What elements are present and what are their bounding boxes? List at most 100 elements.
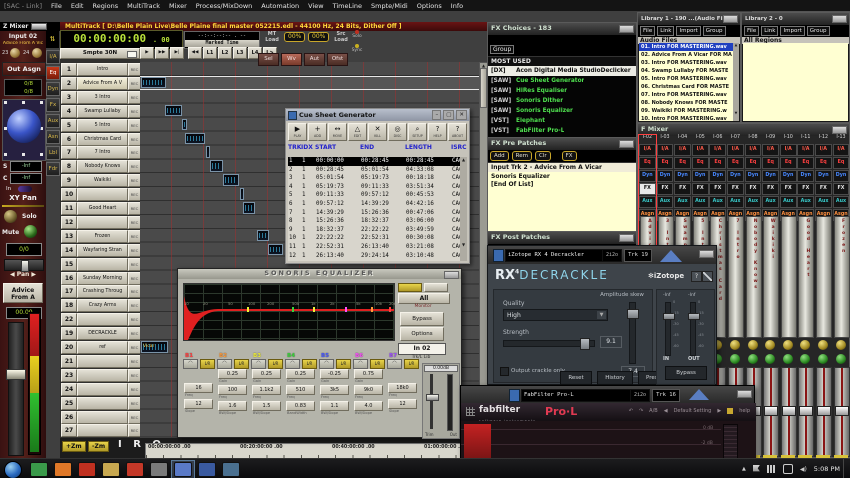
eq-options-button[interactable]: Options bbox=[400, 327, 444, 341]
eq-lr-button[interactable]: L⁄R bbox=[336, 359, 351, 369]
channel-button-aux[interactable]: Aux bbox=[780, 196, 797, 208]
channel-button-dyn[interactable]: Dyn bbox=[727, 170, 744, 182]
fx-group-button[interactable]: Group bbox=[490, 45, 514, 54]
mode-button-sel[interactable]: Sel bbox=[258, 53, 279, 66]
sync-indicator[interactable]: Sync bbox=[349, 44, 365, 53]
track-number[interactable]: 15 bbox=[61, 258, 77, 271]
track-number[interactable]: 4 bbox=[61, 105, 77, 118]
channel-button-eq[interactable]: Eq bbox=[745, 157, 762, 169]
cue-row[interactable]: 2100:28:4505:01:5404:33:08CA6EV15002 bbox=[288, 166, 460, 175]
f-mixer-minimize[interactable] bbox=[832, 126, 847, 134]
track-name-button[interactable]: Christmas Card bbox=[77, 133, 128, 146]
channel-button-fx[interactable]: FX bbox=[639, 183, 656, 195]
channel-knob-green[interactable] bbox=[783, 354, 793, 364]
cue-tool-edit[interactable]: △EDIT bbox=[348, 123, 367, 141]
eq-lr-button[interactable]: L⁄R bbox=[234, 359, 249, 369]
library-item[interactable]: 09. Waikiki FOR MASTERING.w bbox=[639, 107, 733, 115]
solo-knob[interactable] bbox=[4, 210, 17, 223]
channel-knob-green[interactable] bbox=[836, 354, 846, 364]
audio-clip[interactable] bbox=[268, 244, 283, 256]
menu-item--sac-link-[interactable]: [SAC - Link] bbox=[4, 2, 42, 10]
channel-button-fx[interactable]: FX bbox=[797, 183, 814, 195]
cue-tool-move[interactable]: ↔MOVE bbox=[328, 123, 347, 141]
audio-clip[interactable] bbox=[141, 77, 166, 89]
c-value-field[interactable]: -Inf bbox=[10, 173, 42, 184]
fx-choice-item[interactable]: [DX]Acon Digital Media StudioDeclicker bbox=[488, 66, 636, 76]
channel-button-i/a[interactable]: I/A bbox=[745, 144, 762, 156]
track-number[interactable]: 6 bbox=[61, 133, 77, 146]
ff-track-button[interactable]: Trk 16 bbox=[652, 389, 680, 402]
channel-button-aux[interactable]: Aux bbox=[797, 196, 814, 208]
channel-button-aux[interactable]: Aux bbox=[639, 196, 656, 208]
eq-freq-field[interactable]: 1.1k2 bbox=[252, 385, 281, 395]
eq-curve-icon[interactable]: ◠ bbox=[183, 359, 198, 369]
eq-gain-field[interactable]: -0.25 bbox=[320, 369, 349, 379]
fx-choice-item[interactable]: [VST]FabFilter Pro-L bbox=[488, 126, 636, 136]
channel-button-eq[interactable]: Eq bbox=[762, 157, 779, 169]
fx-post-titlebar[interactable]: FX Post Patches bbox=[488, 232, 636, 244]
mode-button-aut[interactable]: Aut bbox=[304, 53, 325, 66]
scroll-thumb[interactable] bbox=[480, 68, 487, 108]
eq-gain-field[interactable]: 0.25 bbox=[218, 369, 247, 379]
cue-row[interactable]: 12126:13:4029:24:1403:10:48CA6EV15002 bbox=[288, 252, 460, 261]
out-asgn-button[interactable]: Out Asgn bbox=[2, 62, 46, 76]
eq-gain-field[interactable]: 0.25 bbox=[286, 369, 315, 379]
track-name-button[interactable]: Nobody Knows bbox=[77, 160, 128, 173]
channel-button-dyn[interactable]: Dyn bbox=[745, 170, 762, 182]
eq-trim-handle[interactable] bbox=[426, 394, 439, 401]
fx-choice-item[interactable]: [SAW]Sonoris Equalizer bbox=[488, 106, 636, 116]
track-number[interactable]: 17 bbox=[61, 285, 77, 298]
eq-link-button[interactable] bbox=[398, 283, 422, 292]
rx-strength-slider[interactable] bbox=[503, 340, 595, 347]
cue-tool-play[interactable]: ▶PLAY bbox=[288, 123, 307, 141]
channel-button-aux[interactable]: Aux bbox=[762, 196, 779, 208]
equalizer-titlebar[interactable]: SONORIS EQUALIZER bbox=[178, 269, 461, 279]
channel-button-eq[interactable]: Eq bbox=[815, 157, 832, 169]
smpte-toggle[interactable] bbox=[127, 51, 137, 58]
track-number[interactable]: 11 bbox=[61, 202, 77, 215]
fx-choice-item[interactable]: [SAW]HiRes Equaliser bbox=[488, 86, 636, 96]
channel-knob-green[interactable] bbox=[748, 354, 758, 364]
channel-button-aux[interactable]: Aux bbox=[692, 196, 709, 208]
cue-row[interactable]: 4105:19:7309:11:3303:51:34CA6EV15002 bbox=[288, 183, 460, 192]
channel-button-i/a[interactable]: I/A bbox=[692, 144, 709, 156]
menu-item-file[interactable]: File bbox=[51, 2, 62, 10]
channel-button-fx[interactable]: FX bbox=[815, 183, 832, 195]
mode-button-wv[interactable]: Wv bbox=[281, 53, 302, 66]
channel-knob-green[interactable] bbox=[765, 354, 775, 364]
channel-button-dyn[interactable]: Dyn bbox=[833, 170, 850, 182]
library2-button-link[interactable]: Link bbox=[761, 26, 778, 36]
channel-fader[interactable] bbox=[816, 367, 832, 457]
eq-lr-button[interactable]: L⁄R bbox=[268, 359, 283, 369]
channel-fader[interactable] bbox=[798, 367, 814, 457]
rail-button-fdr[interactable]: Fdr bbox=[46, 162, 60, 176]
rail-button-eq[interactable]: Eq bbox=[46, 66, 60, 80]
tray-network-icon[interactable] bbox=[767, 465, 776, 473]
library-item[interactable]: 08. Nobody Knows FOR MASTE bbox=[639, 99, 733, 107]
channel-button-fx[interactable]: FX bbox=[833, 183, 850, 195]
track-number[interactable]: 22 bbox=[61, 313, 77, 326]
channel-button-dyn[interactable]: Dyn bbox=[815, 170, 832, 182]
audio-clip[interactable] bbox=[243, 202, 255, 214]
library-item[interactable]: 06. Christmas Card FOR MASTE bbox=[639, 83, 733, 91]
channel-button-i/a[interactable]: I/A bbox=[833, 144, 850, 156]
menu-item-automation[interactable]: Automation bbox=[261, 2, 299, 10]
channel-button-dyn[interactable]: Dyn bbox=[797, 170, 814, 182]
pan-slider[interactable] bbox=[4, 259, 44, 271]
fx-choice-item[interactable]: [SAW]Sonoris Dither bbox=[488, 96, 636, 106]
ff-minimize[interactable] bbox=[737, 390, 752, 398]
equalizer-minimize[interactable] bbox=[444, 271, 459, 279]
eq-freq-field[interactable]: 100 bbox=[218, 385, 247, 395]
cue-tool-disc[interactable]: ◎DISC bbox=[388, 123, 407, 141]
volume-fader[interactable] bbox=[8, 322, 24, 456]
tray-flag-icon[interactable] bbox=[753, 465, 760, 473]
taskbar-icon-mail-red[interactable] bbox=[78, 462, 96, 477]
eq-graph[interactable]: 1020501002005001k2k5k10k20k bbox=[183, 283, 395, 341]
cue-minimize-button[interactable]: – bbox=[432, 110, 441, 120]
channel-button-fx[interactable]: FX bbox=[709, 183, 726, 195]
audio-clip[interactable] bbox=[185, 133, 205, 145]
track-number[interactable]: 13 bbox=[61, 230, 77, 243]
eq-curve-icon[interactable]: ◠ bbox=[217, 359, 232, 369]
channel-fader[interactable] bbox=[763, 367, 779, 457]
channel-button-fx[interactable]: FX bbox=[745, 183, 762, 195]
